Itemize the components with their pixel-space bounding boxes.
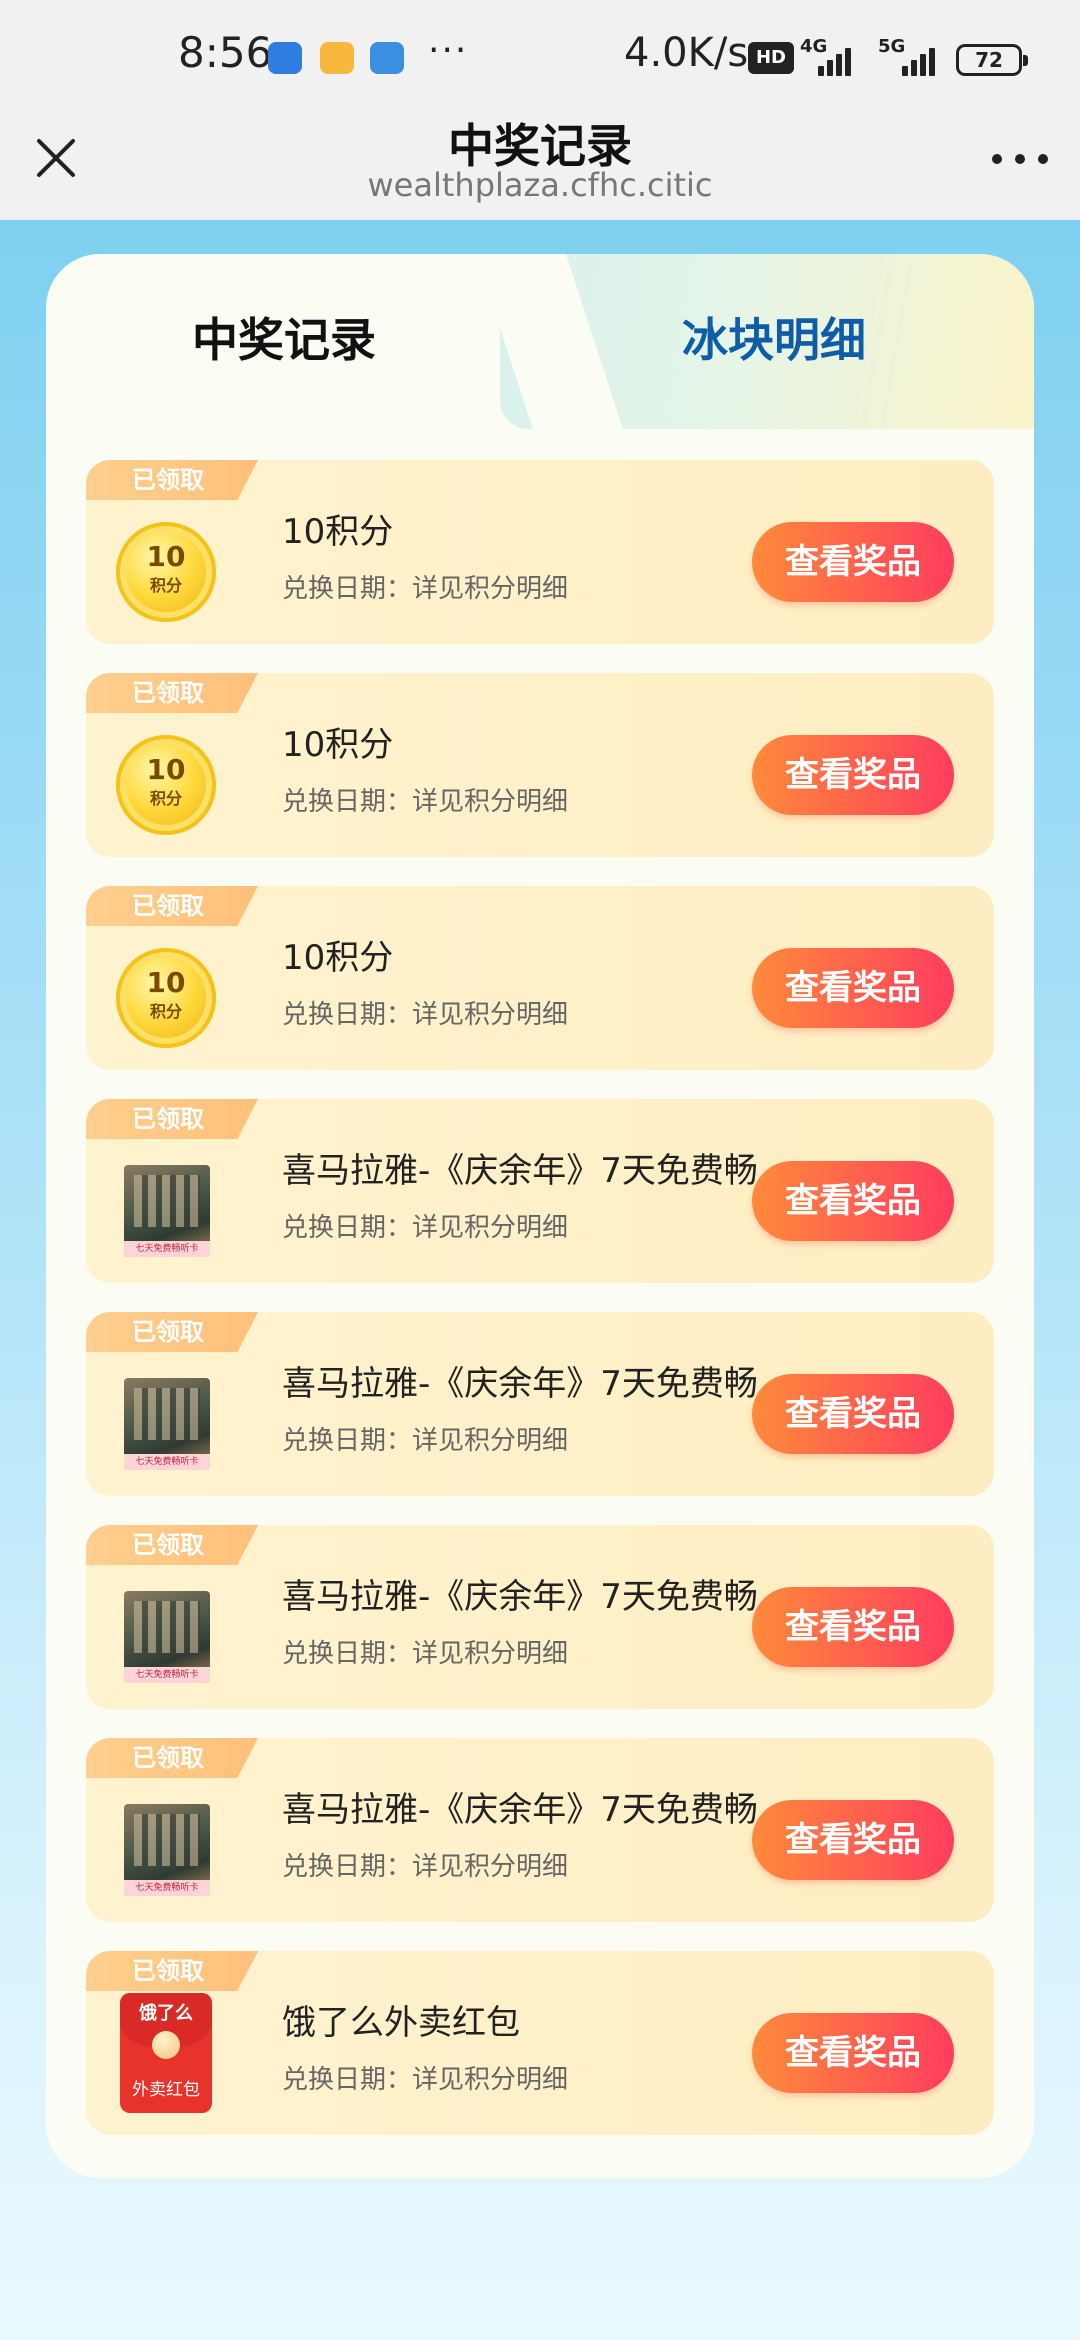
hd-voice-icon: HD xyxy=(748,42,794,74)
record-date: 兑换日期：详见积分明细 xyxy=(282,2065,569,2095)
record-card: 已领取 10 积分 10积分 兑换日期：详见积分明细 查看奖品 xyxy=(86,673,994,857)
more-options-icon[interactable] xyxy=(990,140,1050,180)
record-title: 喜马拉雅-《庆余年》7天免费畅听卡 xyxy=(282,1577,802,1617)
battery-icon: 72 xyxy=(956,44,1028,76)
record-title: 喜马拉雅-《庆余年》7天免费畅听卡 xyxy=(282,1364,802,1404)
view-prize-button[interactable]: 查看奖品 xyxy=(752,2013,954,2093)
audiobook-poster-icon: 七天免费畅听卡 xyxy=(116,1587,216,1687)
points-coin-icon: 10 积分 xyxy=(116,735,216,835)
record-title: 喜马拉雅-《庆余年》7天免费畅听卡 xyxy=(282,1151,802,1191)
record-card: 已领取 七天免费畅听卡 喜马拉雅-《庆余年》7天免费畅听卡 兑换日期：详见积分明… xyxy=(86,1099,994,1283)
record-card: 已领取 10 积分 10积分 兑换日期：详见积分明细 查看奖品 xyxy=(86,460,994,644)
network-speed: 4.0K/s xyxy=(624,30,749,76)
record-card: 已领取 七天免费畅听卡 喜马拉雅-《庆余年》7天免费畅听卡 兑换日期：详见积分明… xyxy=(86,1525,994,1709)
points-coin-icon: 10 积分 xyxy=(116,522,216,622)
record-title: 10积分 xyxy=(282,725,394,765)
claimed-badge: 已领取 xyxy=(86,1951,258,1991)
status-time: 8:56 xyxy=(178,28,273,77)
record-date: 兑换日期：详见积分明细 xyxy=(282,574,569,604)
tab-prize-records[interactable]: 中奖记录 xyxy=(192,304,376,370)
browser-header: 中奖记录 wealthplaza.cfhc.citic xyxy=(0,110,1080,220)
claimed-badge: 已领取 xyxy=(86,1312,258,1352)
audiobook-poster-icon: 七天免费畅听卡 xyxy=(116,1161,216,1261)
record-title: 10积分 xyxy=(282,938,394,978)
record-date: 兑换日期：详见积分明细 xyxy=(282,1213,569,1243)
record-date: 兑换日期：详见积分明细 xyxy=(282,1639,569,1669)
claimed-badge: 已领取 xyxy=(86,1738,258,1778)
record-date: 兑换日期：详见积分明细 xyxy=(282,1852,569,1882)
signal-strength-icon-2 xyxy=(896,42,940,76)
claimed-badge: 已领取 xyxy=(86,460,258,500)
view-prize-button[interactable]: 查看奖品 xyxy=(752,522,954,602)
record-card: 已领取 10 积分 10积分 兑换日期：详见积分明细 查看奖品 xyxy=(86,886,994,1070)
wallet-notification-icon xyxy=(370,42,404,74)
status-bar: 8:56 ··· 4.0K/s HD 4G 5G 72 xyxy=(0,0,1080,110)
audiobook-poster-icon: 七天免费畅听卡 xyxy=(116,1374,216,1474)
red-packet-icon: 饿了么 外卖红包 xyxy=(116,1993,216,2113)
record-card: 已领取 七天免费畅听卡 喜马拉雅-《庆余年》7天免费畅听卡 兑换日期：详见积分明… xyxy=(86,1312,994,1496)
claimed-badge: 已领取 xyxy=(86,673,258,713)
record-date: 兑换日期：详见积分明细 xyxy=(282,787,569,817)
record-title: 10积分 xyxy=(282,512,394,552)
record-card: 已领取 饿了么 外卖红包 饿了么外卖红包 兑换日期：详见积分明细 查看奖品 xyxy=(86,1951,994,2135)
tab-ice-details[interactable]: 冰块明细 xyxy=(682,304,866,370)
more-notifications-icon: ··· xyxy=(428,30,469,71)
app-notification-icon xyxy=(268,42,302,74)
view-prize-button[interactable]: 查看奖品 xyxy=(752,1374,954,1454)
page-url: wealthplaza.cfhc.citic xyxy=(367,166,713,204)
claimed-badge: 已领取 xyxy=(86,1525,258,1565)
record-card: 已领取 七天免费畅听卡 喜马拉雅-《庆余年》7天免费畅听卡 兑换日期：详见积分明… xyxy=(86,1738,994,1922)
view-prize-button[interactable]: 查看奖品 xyxy=(752,948,954,1028)
record-title: 饿了么外卖红包 xyxy=(282,2003,520,2043)
signal-strength-icon xyxy=(812,42,856,76)
view-prize-button[interactable]: 查看奖品 xyxy=(752,1161,954,1241)
audiobook-poster-icon: 七天免费畅听卡 xyxy=(116,1800,216,1900)
view-prize-button[interactable]: 查看奖品 xyxy=(752,735,954,815)
gallery-notification-icon xyxy=(320,42,354,74)
record-date: 兑换日期：详见积分明细 xyxy=(282,1426,569,1456)
view-prize-button[interactable]: 查看奖品 xyxy=(752,1587,954,1667)
record-date: 兑换日期：详见积分明细 xyxy=(282,1000,569,1030)
view-prize-button[interactable]: 查看奖品 xyxy=(752,1800,954,1880)
record-title: 喜马拉雅-《庆余年》7天免费畅听卡 xyxy=(282,1790,802,1830)
claimed-badge: 已领取 xyxy=(86,886,258,926)
claimed-badge: 已领取 xyxy=(86,1099,258,1139)
points-coin-icon: 10 积分 xyxy=(116,948,216,1048)
